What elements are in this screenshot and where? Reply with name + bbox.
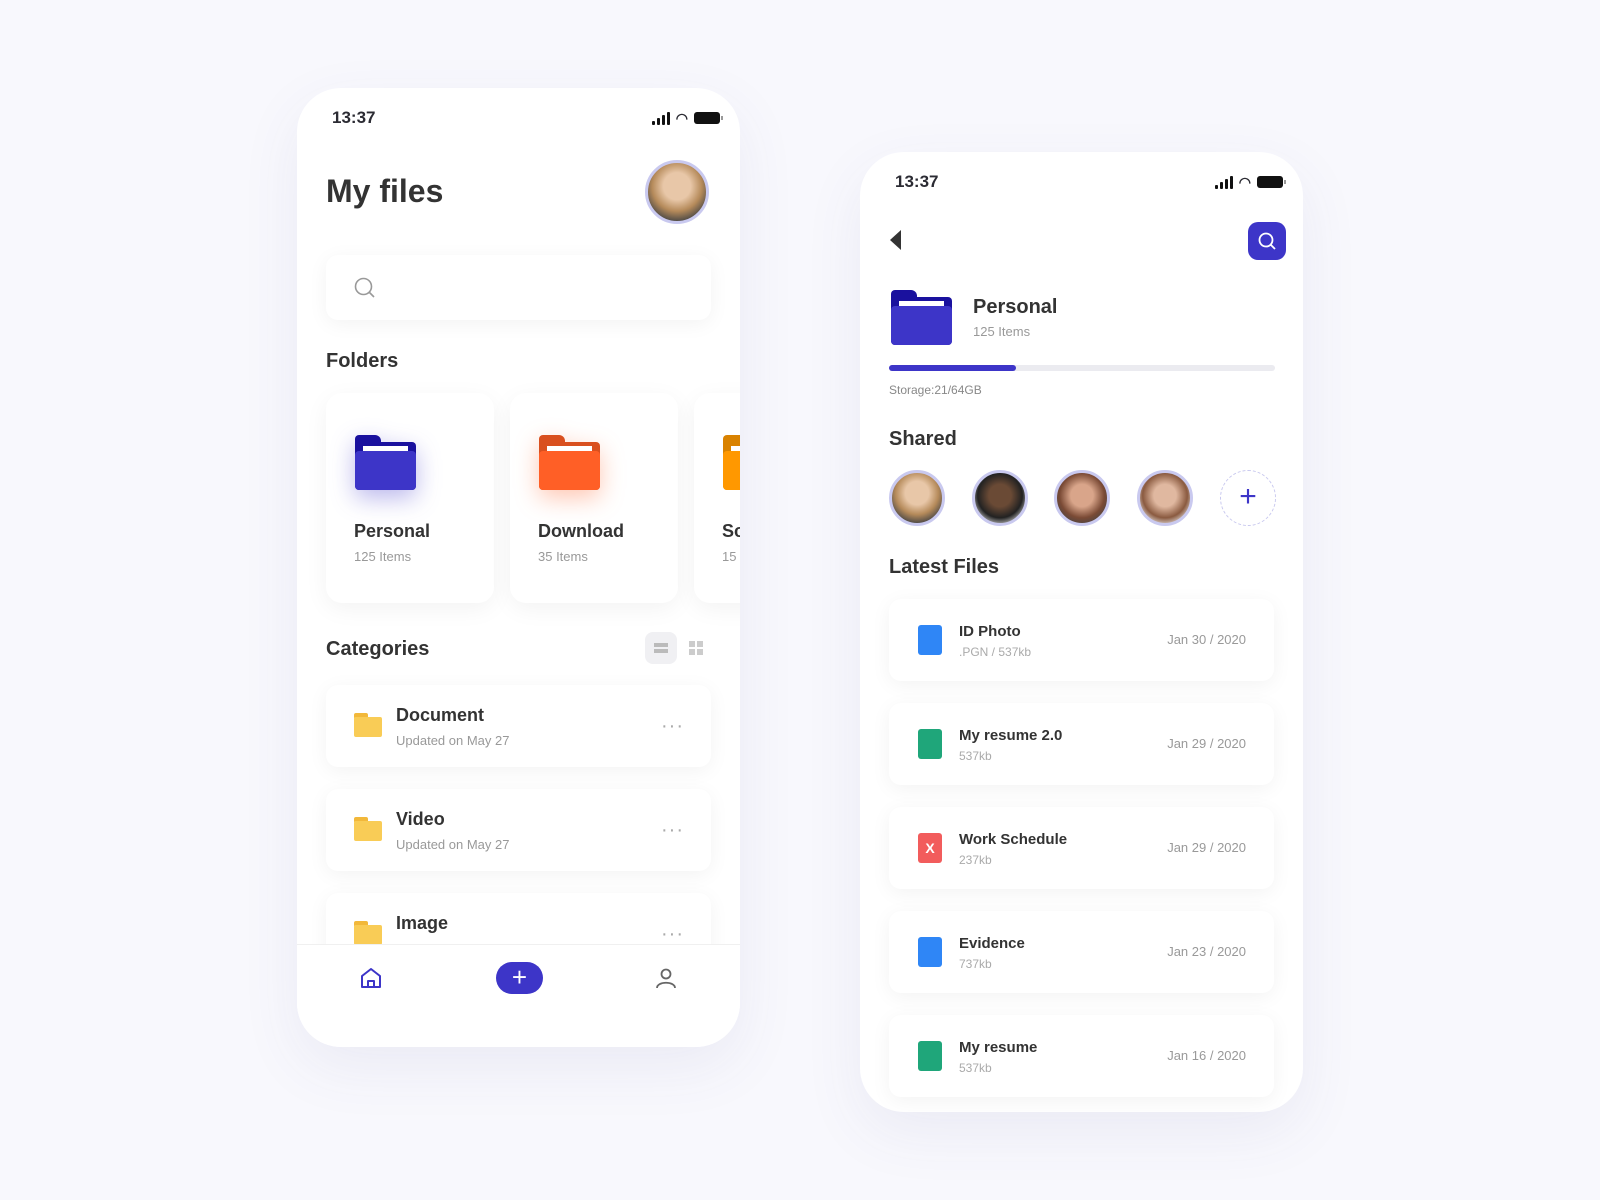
file-item[interactable]: X Work Schedule 237kb Jan 29 / 2020 — [889, 807, 1274, 889]
more-icon[interactable]: ··· — [661, 924, 684, 944]
latest-files-heading: Latest Files — [889, 556, 1000, 578]
excel-file-icon: X — [918, 833, 942, 863]
profile-icon[interactable] — [654, 966, 678, 990]
time: 13:37 — [332, 108, 376, 127]
more-icon[interactable]: ··· — [661, 820, 684, 840]
status-bar: 13:37 ◠ — [332, 108, 723, 128]
my-files-screen: 13:37 ◠ My files Folders Personal 125 It… — [297, 88, 740, 1047]
folder-icon — [355, 435, 416, 490]
more-icon[interactable]: ··· — [661, 716, 684, 736]
storage-bar — [889, 365, 1275, 371]
battery-icon — [694, 112, 723, 124]
image-file-icon — [918, 625, 942, 655]
image-file-icon — [918, 937, 942, 967]
file-item[interactable]: ID Photo .PGN / 537kb Jan 30 / 2020 — [889, 599, 1274, 681]
folder-detail-screen: 13:37 ◠ Personal 125 Items Storage:21/64… — [860, 152, 1303, 1112]
search-icon — [1258, 232, 1276, 250]
status-bar: 13:37 ◠ — [895, 172, 1286, 192]
signal-icon — [651, 111, 670, 125]
file-item[interactable]: My resume 537kb Jan 16 / 2020 — [889, 1015, 1274, 1097]
folder-icon — [354, 713, 382, 737]
wifi-icon: ◠ — [675, 109, 688, 126]
shared-avatar[interactable] — [889, 470, 945, 526]
folder-icon — [539, 435, 600, 490]
grid-view-toggle[interactable] — [689, 641, 703, 655]
search-button[interactable] — [1248, 222, 1286, 260]
category-video[interactable]: Video Updated on May 27 ··· — [326, 789, 711, 871]
bottom-nav: + — [297, 944, 740, 1047]
doc-file-icon — [918, 1041, 942, 1071]
shared-avatar[interactable] — [972, 470, 1028, 526]
search-input[interactable] — [326, 255, 711, 320]
add-button[interactable]: + — [496, 962, 543, 994]
add-shared-button[interactable]: + — [1220, 470, 1276, 526]
storage-bar-fill — [889, 365, 1016, 371]
folder-count: 125 Items — [973, 324, 1031, 339]
folder-icon — [354, 817, 382, 841]
signal-icon — [1214, 175, 1233, 189]
storage-label: Storage:21/64GB — [889, 383, 982, 397]
shared-heading: Shared — [889, 428, 957, 450]
wifi-icon: ◠ — [1238, 173, 1251, 190]
folder-card-download[interactable]: Download 35 Items — [510, 393, 678, 603]
doc-file-icon — [918, 729, 942, 759]
shared-avatar[interactable] — [1137, 470, 1193, 526]
file-item[interactable]: Evidence 737kb Jan 23 / 2020 — [889, 911, 1274, 993]
folder-icon — [891, 290, 952, 345]
page-title: My files — [326, 173, 444, 209]
time: 13:37 — [895, 172, 939, 191]
folder-icon — [354, 921, 382, 945]
avatar[interactable] — [645, 160, 709, 224]
shared-avatar[interactable] — [1054, 470, 1110, 526]
folder-icon — [723, 435, 740, 490]
list-view-toggle[interactable] — [645, 632, 677, 664]
home-icon[interactable] — [359, 966, 383, 990]
search-icon — [354, 277, 375, 298]
folder-name: Personal — [973, 296, 1058, 318]
file-item[interactable]: My resume 2.0 537kb Jan 29 / 2020 — [889, 703, 1274, 785]
folders-heading: Folders — [326, 350, 399, 372]
folder-card-personal[interactable]: Personal 125 Items — [326, 393, 494, 603]
categories-heading: Categories — [326, 638, 430, 660]
category-document[interactable]: Document Updated on May 27 ··· — [326, 685, 711, 767]
back-icon[interactable] — [890, 230, 901, 250]
battery-icon — [1257, 176, 1286, 188]
folder-card-partial[interactable]: Sc 15 — [694, 393, 740, 603]
